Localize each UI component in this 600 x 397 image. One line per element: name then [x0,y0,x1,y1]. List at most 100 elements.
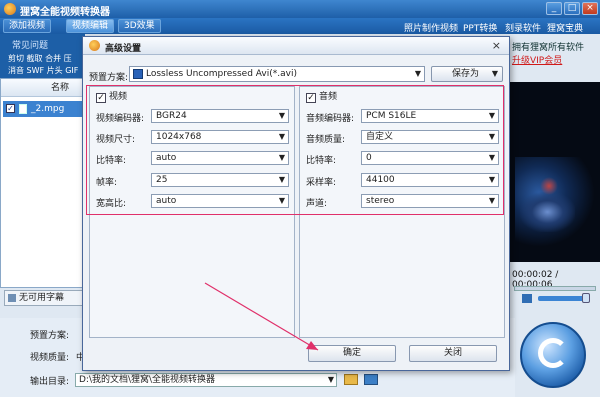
video-section-header: ✓ 视频 [96,89,131,103]
tab-3d-effect[interactable]: 3D效果 [118,19,161,33]
file-list: 名称 ✓ _2.mpg [0,78,85,288]
subtitle-select[interactable]: 无可用字幕 [4,290,84,306]
volume-knob[interactable] [582,293,590,303]
video-section-title: 视频 [109,92,128,102]
field-label: 比特率: [306,156,337,166]
tab-video-edit[interactable]: 视频编辑 [66,19,115,33]
field-label: 比特率: [96,156,127,166]
audio-codec-select[interactable]: PCM S16LE ▼ [361,109,499,123]
app-titlebar: 狸窝全能视频转换器 _ □ × [0,0,600,18]
bottom-quality-label: 视频质量: [30,353,70,363]
link-burn-software[interactable]: 刻录软件 [505,21,541,34]
video-size-select[interactable]: 1024x768 ▼ [151,130,289,144]
vip-upgrade-link[interactable]: 升级VIP会员 [512,55,600,68]
preset-value: Lossless Uncompressed Avi(*.avi) [146,69,297,79]
chevron-down-icon: ▼ [491,69,498,78]
chevron-down-icon: ▼ [278,132,285,141]
field-label: 帧率: [96,178,118,188]
audio-settings-panel: ✓ 音频 音频编码器: PCM S16LE ▼ 音频质量: 自定义 ▼ 比特率: 0 ▼… [299,86,505,338]
field-label: 视频尺寸: [96,135,136,145]
maximize-button[interactable]: □ [564,2,580,15]
preset-select[interactable]: Lossless Uncompressed Avi(*.avi) ▼ [129,66,425,82]
left-tools-panel: 常见问题 剪切 截取 合并 压 消音 SWF 片头 GIF [0,34,85,78]
chevron-down-icon: ▼ [414,69,421,78]
chevron-down-icon: ▼ [278,175,285,184]
field-label: 音频编码器: [306,114,355,124]
save-as-button[interactable]: 保存为 ▼ [431,66,503,82]
advanced-settings-dialog: 高级设置 × 预置方案: Lossless Uncompressed Avi(*… [82,36,510,371]
output-dir-label: 输出目录: [30,377,70,387]
select-value: PCM S16LE [366,111,417,121]
volume-icon[interactable] [522,294,532,303]
window-close-button[interactable]: × [582,2,598,15]
select-value: auto [156,196,177,206]
field-label: 音频质量: [306,135,346,145]
ok-button[interactable]: 确定 [308,345,396,362]
dialog-close-icon[interactable]: × [492,39,501,52]
close-button[interactable]: 关闭 [409,345,497,362]
select-value: 1024x768 [156,132,202,142]
video-codec-select[interactable]: BGR24 ▼ [151,109,289,123]
chevron-down-icon: ▼ [488,196,495,205]
browse-folder-icon[interactable] [364,374,378,385]
chevron-down-icon: ▼ [488,132,495,141]
aspect-ratio-row: 宽高比: auto ▼ [96,194,289,209]
link-ppt-convert[interactable]: PPT转换 [463,21,497,34]
aspect-ratio-select[interactable]: auto ▼ [151,194,289,208]
tab-add-video[interactable]: 添加视频 [3,19,52,33]
subtitle-icon [8,294,16,302]
bottom-preset-label: 预置方案: [30,331,70,341]
video-bitrate-select[interactable]: auto ▼ [151,151,289,165]
faq-link[interactable]: 常见问题 [12,38,48,51]
window-controls: _ □ × [546,2,598,15]
volume-slider[interactable] [538,296,588,301]
video-size-row: 视频尺寸: 1024x768 ▼ [96,130,289,145]
audio-bitrate-row: 比特率: 0 ▼ [306,151,499,166]
audio-section-header: ✓ 音频 [306,89,341,103]
chevron-down-icon[interactable]: ▼ [328,374,334,386]
sample-rate-select[interactable]: 44100 ▼ [361,173,499,187]
select-value: 自定义 [366,132,394,142]
preview-glow [540,177,558,195]
video-codec-row: 视频编码器: BGR24 ▼ [96,109,289,124]
video-bitrate-row: 比特率: auto ▼ [96,151,289,166]
app-logo-icon [4,3,16,15]
video-settings-panel: ✓ 视频 视频编码器: BGR24 ▼ 视频尺寸: 1024x768 ▼ 比特率: a… [89,86,295,338]
audio-quality-select[interactable]: 自定义 ▼ [361,130,499,144]
link-photo-video[interactable]: 照片制作视频 [404,21,458,34]
chevron-down-icon: ▼ [278,111,285,120]
audio-enable-checkbox[interactable]: ✓ [306,93,316,103]
file-list-header: 名称 [1,79,84,97]
field-label: 宽高比: [96,199,127,209]
video-enable-checkbox[interactable]: ✓ [96,93,106,103]
audio-section-title: 音频 [319,92,338,102]
open-folder-icon[interactable] [344,374,358,385]
channels-select[interactable]: stereo ▼ [361,194,499,208]
vip-promo: 拥有狸窝所有软件 升级VIP会员 [512,42,600,68]
preset-label: 预置方案: [89,73,129,83]
link-liwo-guide[interactable]: 狸窝宝典 [547,21,583,34]
select-value: stereo [366,196,395,206]
file-row-checkbox[interactable]: ✓ [6,104,15,113]
seek-bar[interactable] [514,286,596,291]
save-as-label: 保存为 [452,69,480,79]
channels-row: 声道: stereo ▼ [306,194,499,209]
audio-codec-row: 音频编码器: PCM S16LE ▼ [306,109,499,124]
select-value: auto [156,153,177,163]
preview-glow [520,192,575,232]
field-label: 声道: [306,199,328,209]
convert-button[interactable] [520,322,586,388]
edit-tools-line-1[interactable]: 剪切 截取 合并 压 [8,53,78,65]
chevron-down-icon: ▼ [278,153,285,162]
minimize-button[interactable]: _ [546,2,562,15]
edit-tools-line-2[interactable]: 消音 SWF 片头 GIF [8,65,78,77]
main-toolbar: 添加视频 视频编辑 3D效果 照片制作视频 PPT转换 刻录软件 狸窝宝典 [0,18,600,34]
audio-quality-row: 音频质量: 自定义 ▼ [306,130,499,145]
file-row[interactable]: ✓ _2.mpg [3,101,84,117]
output-dir-field[interactable]: D:\我的文档\狸窝\全能视频转换器 ▼ [75,373,337,387]
format-icon [133,69,143,79]
frame-rate-select[interactable]: 25 ▼ [151,173,289,187]
chevron-down-icon: ▼ [488,175,495,184]
edit-tools: 剪切 截取 合并 压 消音 SWF 片头 GIF [8,53,78,77]
audio-bitrate-select[interactable]: 0 ▼ [361,151,499,165]
